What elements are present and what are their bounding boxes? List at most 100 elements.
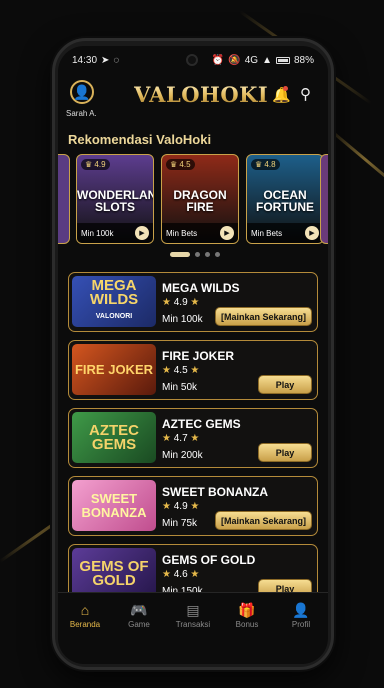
game-card[interactable]: FIRE JOKER FIRE JOKER ★ 4.5 ★ Min 50k Pl… bbox=[68, 340, 318, 400]
nav-label: Beranda bbox=[69, 619, 101, 629]
carousel-card-partial[interactable] bbox=[58, 154, 70, 244]
carousel-title: OCEAN FORTUNE bbox=[256, 188, 314, 214]
nav-item-game[interactable]: 🎮 Game bbox=[112, 593, 166, 638]
star-icon: ★ bbox=[187, 297, 200, 308]
play-now-button[interactable]: [Mainkan Sekarang] bbox=[214, 307, 312, 326]
notification-badge bbox=[283, 86, 288, 91]
gift-icon: 🎁 bbox=[238, 601, 256, 618]
play-icon[interactable]: ▶ bbox=[220, 226, 234, 240]
carousel-rating: ♛ 4.8 bbox=[251, 159, 280, 170]
carousel-rating: ♛ 4.9 bbox=[81, 159, 110, 170]
carousel-min-bet: Min Bets bbox=[166, 228, 198, 238]
battery-icon bbox=[275, 56, 290, 64]
app-header: 👤 Sarah A. VALOHOKI 🔔 ⚲ bbox=[58, 76, 328, 124]
nav-label: Bonus bbox=[235, 619, 259, 629]
game-card[interactable]: SWEET BONANZA SWEET BONANZA ★ 4.9 ★ Min … bbox=[68, 476, 318, 536]
carousel-min-bet: Min Bets bbox=[251, 228, 283, 238]
play-icon[interactable]: ▶ bbox=[305, 226, 319, 240]
star-icon: ★ bbox=[162, 501, 174, 512]
game-min-bet: Min 75k bbox=[162, 518, 198, 529]
star-icon: ★ bbox=[187, 569, 200, 580]
game-thumbnail[interactable]: AZTEC GEMS bbox=[72, 412, 156, 463]
game-rating: ★ 4.9 ★ bbox=[162, 297, 200, 308]
user-icon: 👤 bbox=[292, 601, 310, 618]
status-time: 14:30 bbox=[72, 54, 98, 66]
game-min-bet: Min 200k bbox=[162, 450, 203, 461]
game-min-bet: Min 50k bbox=[162, 382, 198, 393]
app-logo: VALOHOKI bbox=[134, 82, 269, 107]
carousel-rating: ♛ 4.5 bbox=[166, 159, 195, 170]
bottom-nav: ⌂ Beranda 🎮 Game ▤ Transaksi 🎁 Bonus 👤 P… bbox=[58, 592, 328, 638]
game-rating: ★ 4.7 ★ bbox=[162, 433, 200, 444]
play-button[interactable]: Play bbox=[258, 375, 312, 394]
status-bar: 14:30 ➤ ◌ ⏰ 🔕 4G ▲ 88% bbox=[58, 46, 328, 74]
carousel-pagination bbox=[170, 252, 220, 257]
mute-icon: 🔕 bbox=[228, 54, 241, 66]
star-icon: ★ bbox=[162, 297, 174, 308]
thumb-title: FIRE JOKER bbox=[74, 361, 153, 377]
thumb-title: GEMS OF GOLD bbox=[79, 557, 149, 589]
recommendation-carousel[interactable]: ♛ 4.9 WONDERLAND SLOTS Min 100k ▶ ♛ 4.5 … bbox=[58, 154, 328, 244]
star-icon: ★ bbox=[162, 569, 174, 580]
status-battery: 88% bbox=[293, 54, 314, 66]
app-screen: 14:30 ➤ ◌ ⏰ 🔕 4G ▲ 88% 👤 Sarah A. VALOHO… bbox=[58, 46, 328, 664]
carousel-card[interactable]: ♛ 4.8 OCEAN FORTUNE Min Bets ▶ bbox=[246, 154, 324, 244]
whatsapp-icon: ◌ bbox=[113, 54, 120, 66]
user-icon: 👤 bbox=[73, 83, 91, 100]
carousel-card[interactable]: ♛ 4.9 WONDERLAND SLOTS Min 100k ▶ bbox=[76, 154, 154, 244]
thumb-subtitle: VALONORI bbox=[95, 313, 133, 320]
carousel-title: WONDERLAND SLOTS bbox=[77, 188, 153, 214]
carousel-bar: Min 100k ▶ bbox=[77, 223, 153, 243]
game-rating: ★ 4.6 ★ bbox=[162, 569, 200, 580]
play-icon[interactable]: ▶ bbox=[135, 226, 149, 240]
game-rating: ★ 4.9 ★ bbox=[162, 501, 200, 512]
page-dot-active[interactable] bbox=[170, 252, 190, 257]
game-title: GEMS OF GOLD bbox=[162, 553, 256, 567]
carousel-min-bet: Min 100k bbox=[81, 228, 114, 238]
game-thumbnail[interactable]: SWEET BONANZA bbox=[72, 480, 156, 531]
nav-item-transaksi[interactable]: ▤ Transaksi bbox=[166, 593, 220, 638]
section-title: Rekomendasi ValoHoki bbox=[68, 132, 212, 147]
carousel-title: DRAGON FIRE bbox=[173, 188, 227, 214]
page-dot[interactable] bbox=[205, 252, 210, 257]
nav-label: Transaksi bbox=[175, 619, 211, 629]
game-card[interactable]: AZTEC GEMS AZTEC GEMS ★ 4.7 ★ Min 200k P… bbox=[68, 408, 318, 468]
carousel-card-partial[interactable] bbox=[320, 154, 328, 244]
nav-item-bonus[interactable]: 🎁 Bonus bbox=[220, 593, 274, 638]
game-title: FIRE JOKER bbox=[162, 349, 235, 363]
game-card[interactable]: MEGA WILDS VALONORI MEGA WILDS ★ 4.9 ★ M… bbox=[68, 272, 318, 332]
game-thumbnail[interactable]: MEGA WILDS VALONORI bbox=[72, 276, 156, 327]
receipt-icon: ▤ bbox=[186, 601, 200, 618]
nav-item-profil[interactable]: 👤 Profil bbox=[274, 593, 328, 638]
nav-label: Game bbox=[128, 619, 150, 629]
page-dot[interactable] bbox=[215, 252, 220, 257]
game-min-bet: Min 100k bbox=[162, 314, 203, 325]
avatar[interactable]: 👤 bbox=[70, 80, 94, 104]
camera-notch bbox=[186, 54, 198, 66]
alarm-icon: ⏰ bbox=[211, 54, 225, 66]
carousel-bar: Min Bets ▶ bbox=[162, 223, 238, 243]
play-now-button[interactable]: [Mainkan Sekarang] bbox=[214, 511, 312, 530]
search-icon[interactable]: ⚲ bbox=[300, 85, 311, 103]
thumb-title: MEGA WILDS bbox=[89, 277, 139, 308]
carousel-card[interactable]: ♛ 4.5 DRAGON FIRE Min Bets ▶ bbox=[161, 154, 239, 244]
game-title: MEGA WILDS bbox=[162, 281, 240, 295]
page-dot[interactable] bbox=[195, 252, 200, 257]
send-icon: ➤ bbox=[101, 54, 110, 66]
star-icon: ★ bbox=[162, 365, 174, 376]
star-icon: ★ bbox=[187, 501, 200, 512]
game-rating: ★ 4.5 ★ bbox=[162, 365, 200, 376]
game-title: AZTEC GEMS bbox=[162, 417, 241, 431]
nav-item-beranda[interactable]: ⌂ Beranda bbox=[58, 593, 112, 638]
star-icon: ★ bbox=[187, 433, 200, 444]
game-title: SWEET BONANZA bbox=[162, 485, 268, 499]
play-button[interactable]: Play bbox=[258, 443, 312, 462]
thumb-title: SWEET BONANZA bbox=[81, 490, 147, 520]
gamepad-icon: 🎮 bbox=[130, 601, 148, 618]
nav-label: Profil bbox=[291, 619, 311, 629]
home-icon: ⌂ bbox=[80, 601, 90, 618]
status-network: 4G bbox=[244, 54, 259, 66]
star-icon: ★ bbox=[187, 365, 200, 376]
game-thumbnail[interactable]: FIRE JOKER bbox=[72, 344, 156, 395]
thumb-title: AZTEC GEMS bbox=[89, 421, 139, 453]
